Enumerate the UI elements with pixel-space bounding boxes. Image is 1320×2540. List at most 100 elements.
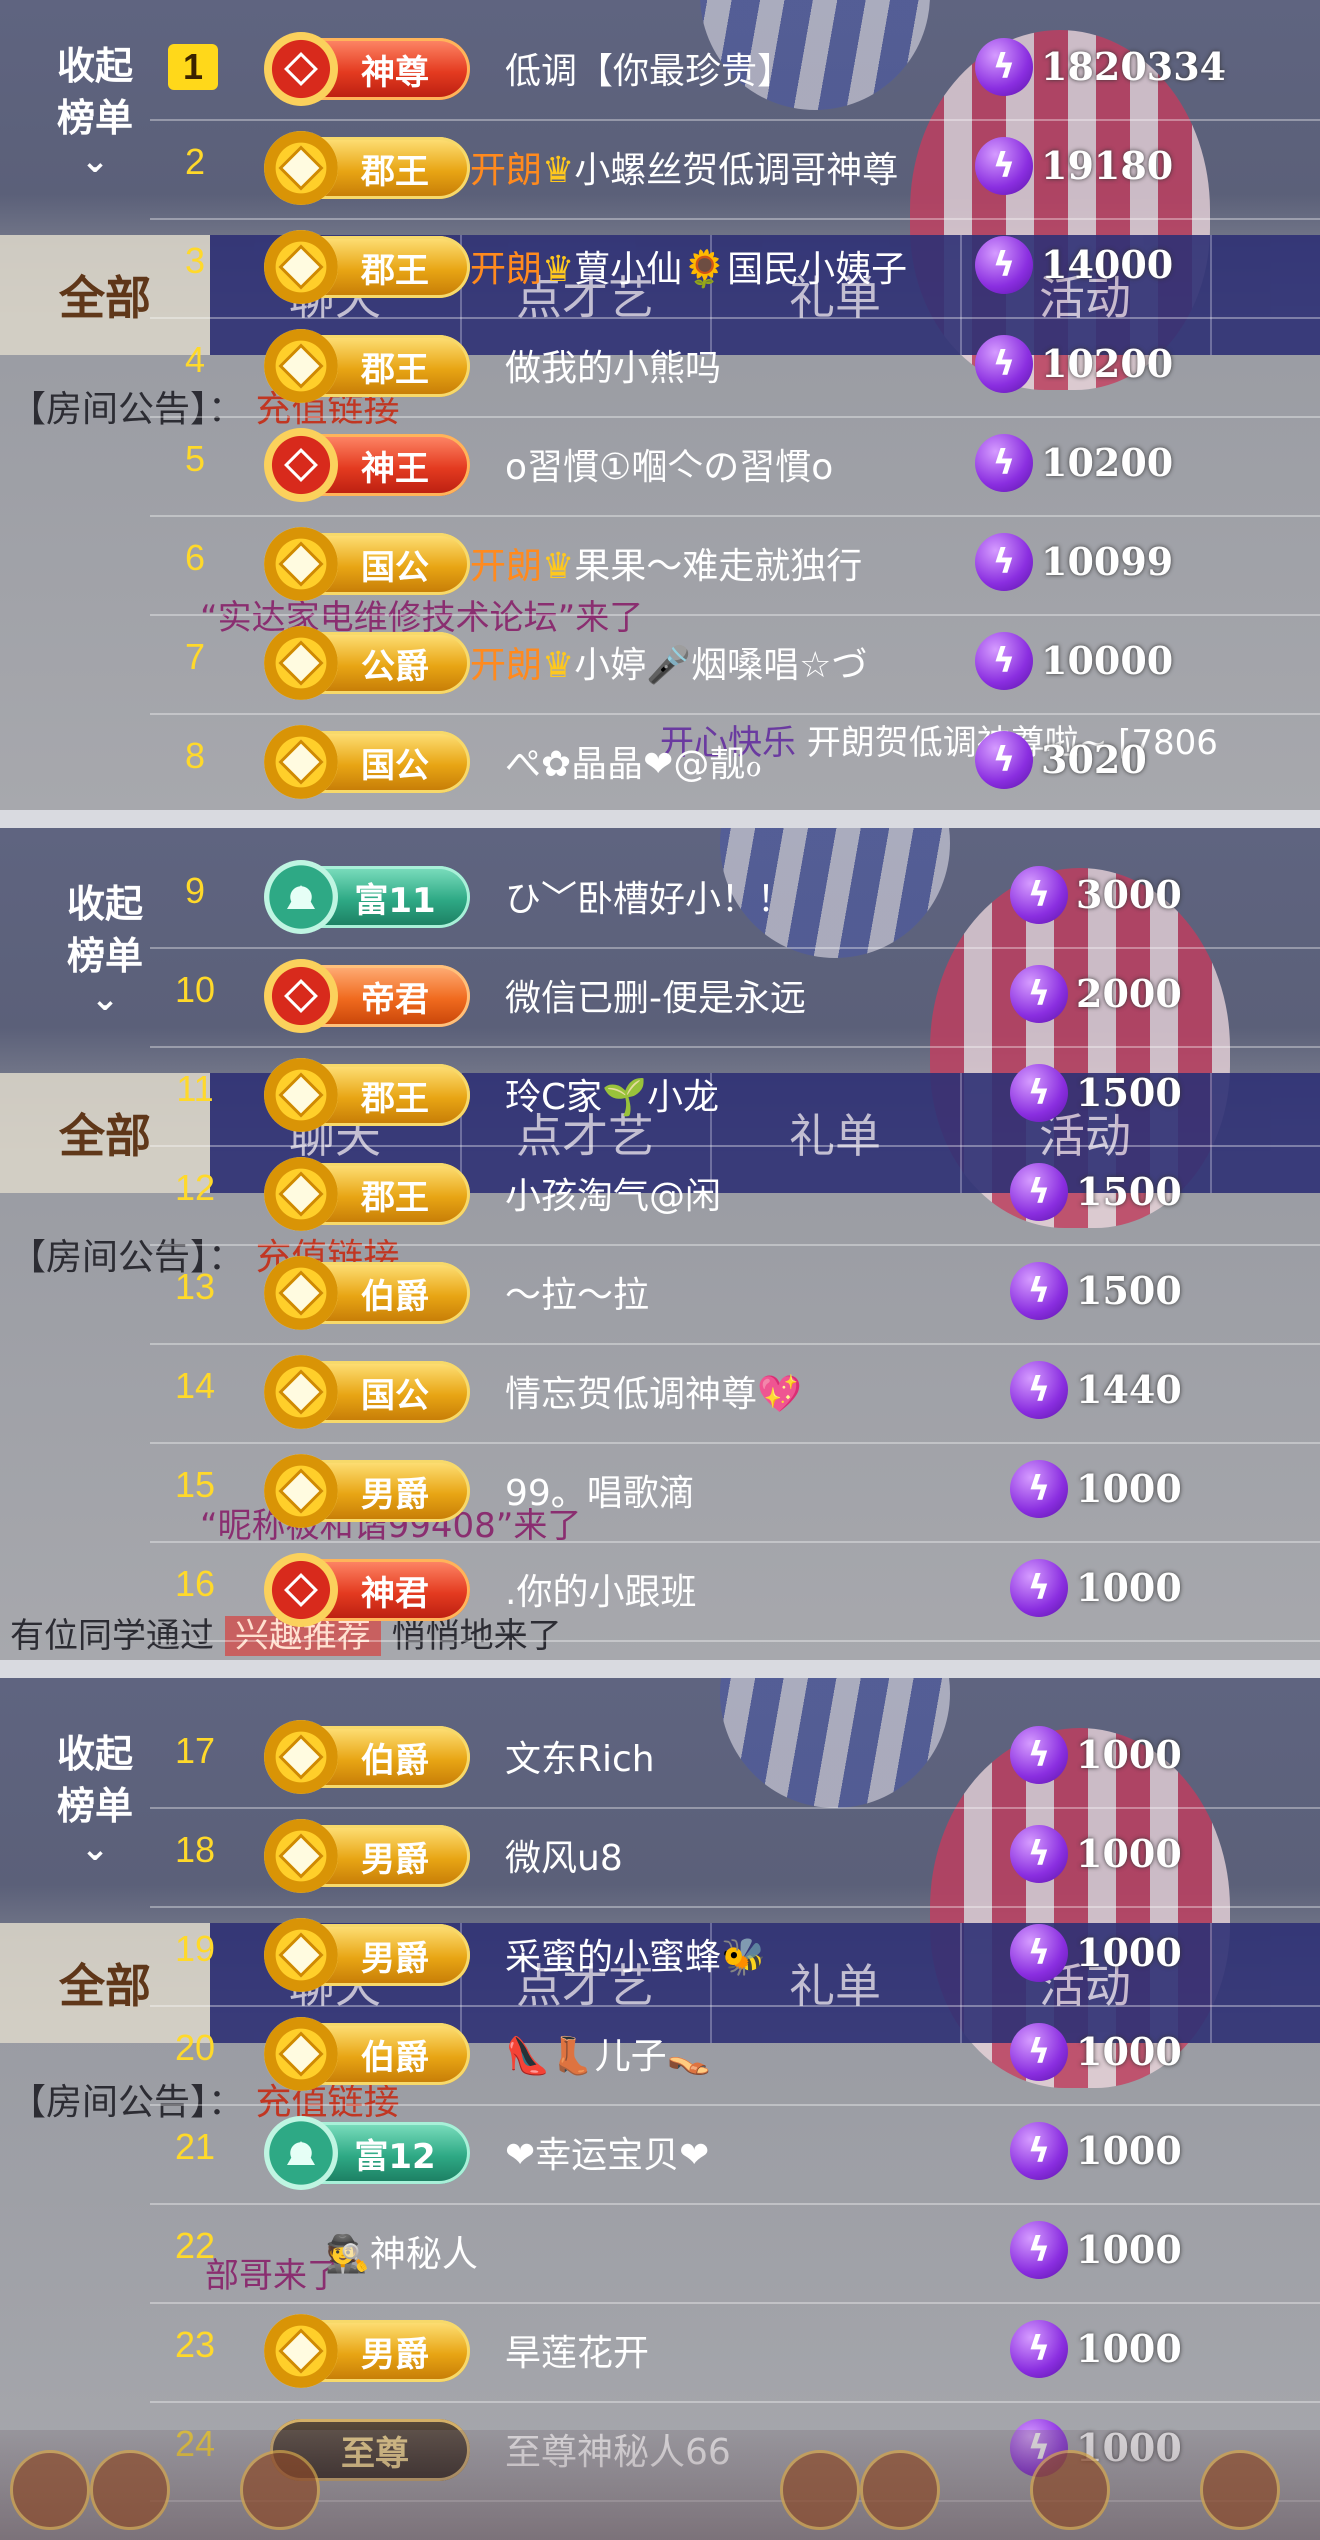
gift-bar: [0, 2430, 1320, 2540]
user-name[interactable]: 🕵神秘人: [325, 2225, 965, 2277]
points-value: 1500: [1076, 1169, 1182, 1214]
badge-label: 富12: [354, 2136, 436, 2177]
ranking-row[interactable]: 20 伯爵 👠👢儿子👡 ϟ 1000: [150, 2005, 1320, 2106]
gift-icon[interactable]: [10, 2450, 90, 2530]
crown-icon: ♛: [542, 249, 575, 290]
contribution-points: ϟ1000: [1010, 1555, 1290, 1625]
contribution-points: ϟ 1500: [1010, 1159, 1290, 1229]
ranking-row[interactable]: 8 国公 ぺ✿晶晶❤@靓ℴ ϟ 3020: [150, 713, 1320, 810]
ranking-row[interactable]: 9 富11 ひ﹀卧槽好小！！ ϟ 3000: [150, 848, 1320, 949]
noble-title-badge: 伯爵: [264, 1720, 470, 1794]
user-name-text: 99。唱歌滴: [505, 1473, 695, 1514]
rank-number: 12: [174, 1167, 216, 1208]
lightning-icon: ϟ: [975, 236, 1033, 294]
gift-icon[interactable]: [860, 2450, 940, 2530]
noble-title-badge: 神王: [264, 428, 470, 502]
rank-number: 18: [174, 1829, 216, 1870]
name-prefix: 开朗: [470, 645, 543, 686]
lightning-icon: ϟ: [975, 335, 1033, 393]
points-value: 10200: [1041, 440, 1174, 485]
ranking-row[interactable]: 13 伯爵 ～拉～拉 ϟ 1500: [150, 1244, 1320, 1345]
ranking-row[interactable]: 10 帝君 微信已删-便是永远 ϟ 2000: [150, 947, 1320, 1048]
contribution-points: ϟ1000: [1010, 2217, 1290, 2287]
contribution-points: ϟ 10000: [975, 628, 1255, 698]
rank-number: 2: [184, 141, 206, 182]
ranking-row[interactable]: 12 郡王 小孩淘气@闲 ϟ 1500: [150, 1145, 1320, 1246]
ranking-row[interactable]: 5 神王 o習慣①嗰亽の習慣o ϟ 10200: [150, 416, 1320, 517]
ranking-row[interactable]: 4 郡王 做我的小熊吗 ϟ 10200: [150, 317, 1320, 418]
badge-label: 郡王: [361, 349, 429, 390]
contribution-points: ϟ1000: [1010, 1722, 1290, 1792]
lightning-icon: ϟ: [1010, 1163, 1068, 1221]
ranking-row[interactable]: 18 男爵 微风u8 ϟ 1000: [150, 1807, 1320, 1908]
contribution-points: ϟ 3020: [975, 727, 1255, 797]
noble-emblem-icon: [264, 329, 338, 403]
divider: [0, 810, 1320, 828]
gift-icon[interactable]: [1030, 2450, 1110, 2530]
noble-title-badge: 帝君: [264, 959, 470, 1033]
badge-label: 神尊: [361, 52, 429, 93]
name-prefix: 开朗: [470, 249, 543, 290]
lightning-icon: ϟ: [1010, 1825, 1068, 1883]
gift-icon[interactable]: [240, 2450, 320, 2530]
points-value: 1000: [1076, 2227, 1182, 2272]
ranking-row[interactable]: 15 男爵 99。唱歌滴 ϟ 1000: [150, 1442, 1320, 1543]
contribution-points: ϟ 10099: [975, 529, 1255, 599]
lightning-icon: ϟ: [975, 434, 1033, 492]
ranking-row[interactable]: 2 郡王 开朗♛小螺丝贺低调哥神尊 ϟ 19180: [150, 119, 1320, 220]
user-name-text: 小婷🎤烟嗓唱☆づ: [574, 645, 868, 686]
leaderboard-panel-2: 全部 聊天 点才艺 礼单 活动 【房间公告】： 充值链接 “昵称被和谐99408…: [0, 828, 1320, 1660]
chevron-down-icon: ⌄: [80, 1829, 110, 1869]
user-name-text: 情忘贺低调神尊💖: [505, 1374, 802, 1415]
ranking-row[interactable]: 16 神君 .你的小跟班 ϟ 1000: [150, 1541, 1320, 1642]
collapse-ranking-button[interactable]: 收起 榜单 ⌄: [30, 40, 160, 178]
user-name-text: ひ﹀卧槽好小！！: [505, 879, 794, 920]
noble-emblem-icon: [264, 1918, 338, 1992]
noble-emblem-icon: [264, 626, 338, 700]
contribution-points: ϟ 1440: [1010, 1357, 1290, 1427]
ranking-row[interactable]: 6 国公 开朗♛果果～难走就独行 ϟ 10099: [150, 515, 1320, 616]
ranking-row[interactable]: 17 伯爵 文东Rich ϟ 1000: [150, 1708, 1320, 1809]
lightning-icon: ϟ: [1010, 866, 1068, 924]
rank-number: 11: [176, 1068, 214, 1109]
points-value: 14000: [1041, 242, 1174, 287]
noble-emblem-icon: [264, 1553, 338, 1627]
name-prefix: 开朗: [470, 150, 543, 191]
ranking-row[interactable]: 19 男爵 采蜜的小蜜蜂🐝 ϟ 1000: [150, 1906, 1320, 2007]
contribution-points: ϟ1000: [1010, 1456, 1290, 1526]
ranking-row[interactable]: 21 富12 ❤幸运宝贝❤ ϟ 1000: [150, 2104, 1320, 2205]
noble-title-badge: 男爵: [264, 2314, 470, 2388]
points-value: 1000: [1076, 2326, 1182, 2371]
collapse-label: 榜单: [56, 1784, 133, 1828]
user-name-text: 小螺丝贺低调哥神尊: [574, 150, 899, 191]
noble-emblem-icon: [264, 959, 338, 1033]
ranking-row[interactable]: 1 神尊 低调【你最珍贵】 ϟ 1820334: [150, 20, 1320, 121]
user-name-text: ❤幸运宝贝❤: [505, 2135, 710, 2176]
collapse-ranking-button[interactable]: 收起 榜单 ⌄: [30, 1728, 160, 1866]
ranking-row[interactable]: 3 郡王 开朗♛蕒小仙🌻国民小姨子 ϟ 14000: [150, 218, 1320, 319]
noble-title-badge: 男爵: [264, 1918, 470, 1992]
user-name-text: 采蜜的小蜜蜂🐝: [505, 1937, 766, 1978]
lightning-icon: ϟ: [975, 137, 1033, 195]
noble-title-badge: 神尊: [264, 32, 470, 106]
badge-label: 神君: [361, 1573, 429, 1614]
ranking-row[interactable]: 11 郡王 玲C家🌱小龙 ϟ 1500: [150, 1046, 1320, 1147]
noble-emblem-icon: [264, 32, 338, 106]
noble-title-badge: 郡王: [264, 329, 470, 403]
badge-label: 帝君: [361, 979, 429, 1020]
gift-icon[interactable]: [90, 2450, 170, 2530]
ranking-row[interactable]: 7 公爵 开朗♛小婷🎤烟嗓唱☆づ ϟ 10000: [150, 614, 1320, 715]
contribution-points: ϟ 2000: [1010, 961, 1290, 1031]
ranking-row[interactable]: 22 🕵神秘人 ϟ 1000: [150, 2203, 1320, 2304]
rank-number: 5: [184, 438, 206, 479]
ranking-row[interactable]: 14 国公 情忘贺低调神尊💖 ϟ 1440: [150, 1343, 1320, 1444]
gift-icon[interactable]: [780, 2450, 860, 2530]
gift-icon[interactable]: [1200, 2450, 1280, 2530]
noble-title-badge: 神君: [264, 1553, 470, 1627]
ranking-row[interactable]: 23 男爵 旱莲花开 ϟ 1000: [150, 2302, 1320, 2403]
contribution-points: ϟ1000: [1010, 2019, 1290, 2089]
lightning-icon: ϟ: [1010, 1064, 1068, 1122]
badge-label: 伯爵: [361, 1276, 429, 1317]
user-name-text: 玲C家🌱小龙: [505, 1077, 719, 1118]
badge-label: 伯爵: [361, 1740, 429, 1781]
